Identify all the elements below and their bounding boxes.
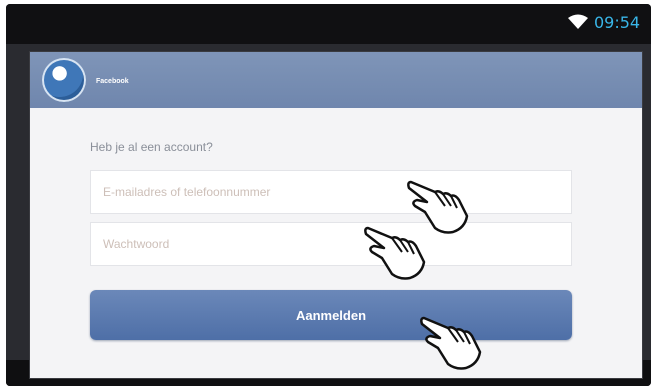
email-field[interactable]: E-mailadres of telefoonnummer: [90, 170, 572, 214]
status-bar: 09:54: [6, 4, 651, 44]
account-question: Heb je al een account?: [90, 140, 213, 154]
status-time: 09:54: [594, 13, 641, 32]
login-button[interactable]: Aanmelden: [90, 290, 572, 340]
hand-pointer-icon: [418, 312, 488, 372]
hand-pointer-icon: [362, 222, 432, 282]
dialog-header: Facebook: [30, 52, 642, 108]
dialog-title: Facebook: [96, 78, 129, 85]
login-dialog: Facebook Heb je al een account? E-mailad…: [30, 52, 642, 378]
wifi-icon: [568, 14, 588, 30]
device-screen: 09:54 Facebook Heb je al een account? E-…: [6, 4, 651, 386]
password-field[interactable]: Wachtwoord: [90, 222, 572, 266]
facebook-contact-icon: [42, 58, 86, 102]
password-placeholder: Wachtwoord: [103, 237, 170, 251]
email-placeholder: E-mailadres of telefoonnummer: [103, 185, 271, 199]
